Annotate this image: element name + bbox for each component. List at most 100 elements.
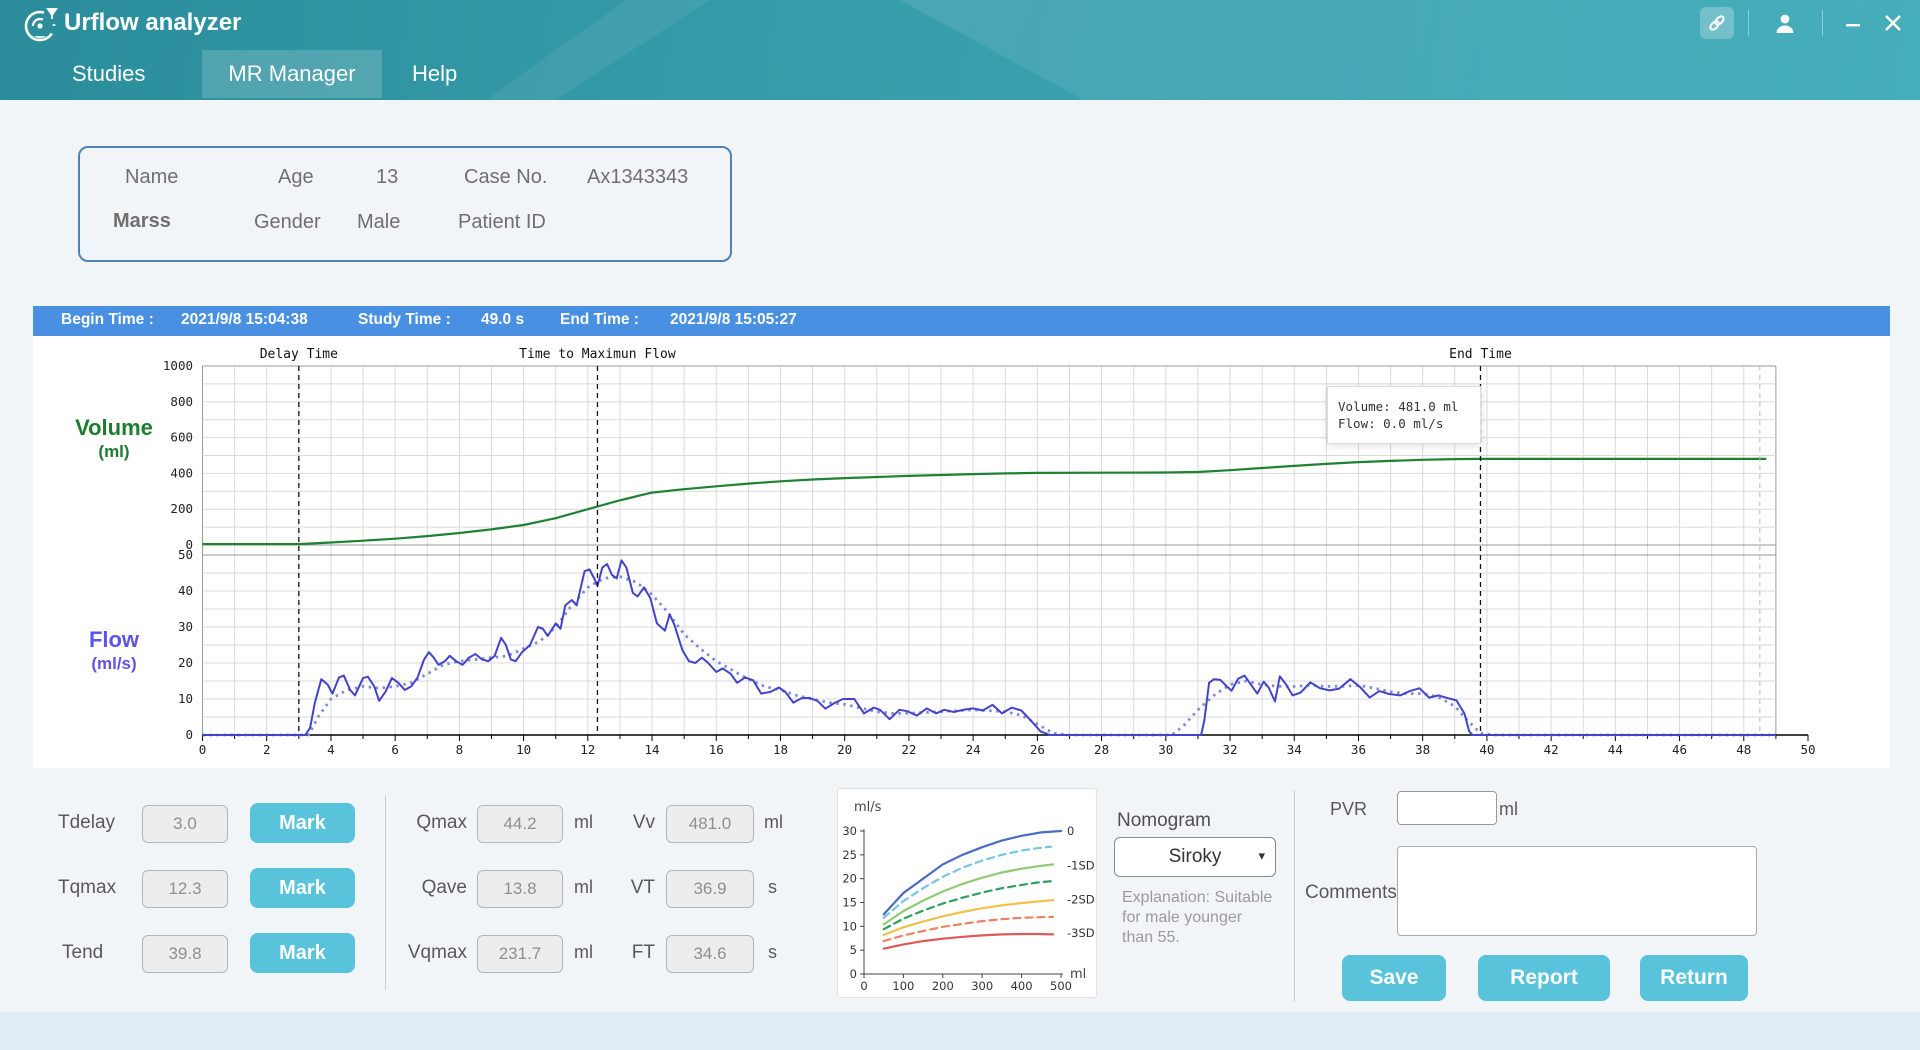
svg-text:End Time: End Time <box>1449 347 1512 362</box>
svg-text:46: 46 <box>1672 742 1687 757</box>
vqmax-label: Vqmax <box>397 942 467 964</box>
end-time-label: End Time : <box>560 311 639 329</box>
close-button[interactable] <box>1876 7 1910 39</box>
svg-text:50: 50 <box>178 547 193 562</box>
tend-input[interactable] <box>142 935 228 973</box>
uroflow-chart-panel: 0246810121416182022242628303234363840424… <box>33 336 1890 768</box>
gender-label: Gender <box>254 211 321 234</box>
nomogram-selected-value: Siroky <box>1169 846 1222 868</box>
svg-text:ml/s: ml/s <box>854 800 882 815</box>
tend-mark-button[interactable]: Mark <box>250 933 355 973</box>
ft-unit: s <box>768 942 777 963</box>
svg-text:400: 400 <box>1011 979 1033 993</box>
vv-input[interactable] <box>666 805 754 843</box>
gender-value: Male <box>357 211 400 234</box>
qmax-label: Qmax <box>397 812 467 834</box>
comments-textarea[interactable] <box>1397 846 1757 936</box>
ft-label: FT <box>595 942 655 964</box>
tdelay-mark-button[interactable]: Mark <box>250 803 355 843</box>
vt-label: VT <box>595 877 655 899</box>
vqmax-unit: ml <box>574 942 593 963</box>
svg-text:10: 10 <box>178 691 193 706</box>
svg-text:15: 15 <box>842 895 857 909</box>
menu-item-help[interactable]: Help <box>398 50 471 98</box>
user-account-icon[interactable] <box>1768 7 1802 39</box>
svg-text:30: 30 <box>1158 742 1173 757</box>
svg-text:20: 20 <box>178 655 193 670</box>
svg-text:50: 50 <box>1800 742 1815 757</box>
svg-text:5: 5 <box>850 943 857 957</box>
qmax-input[interactable] <box>477 805 563 843</box>
pvr-label: PVR <box>1330 799 1367 820</box>
svg-text:10: 10 <box>842 919 857 933</box>
tooltip-volume: Volume: 481.0 ml <box>1338 399 1470 414</box>
vt-input[interactable] <box>666 870 754 908</box>
svg-text:-1SD: -1SD <box>1067 858 1095 872</box>
nomogram-explanation: Explanation: Suitable for male younger t… <box>1122 888 1274 948</box>
qmax-unit: ml <box>574 812 593 833</box>
vv-label: Vv <box>595 812 655 834</box>
minimize-button[interactable] <box>1836 7 1870 39</box>
vv-unit: ml <box>764 812 783 833</box>
chart-tooltip: Volume: 481.0 ml Flow: 0.0 ml/s <box>1327 386 1481 444</box>
patient-info-card: Name Age 13 Case No. Ax1343343 Marss Gen… <box>78 146 732 262</box>
nomogram-title: Nomogram <box>1117 810 1211 832</box>
begin-time-value: 2021/9/8 15:04:38 <box>181 311 308 329</box>
svg-text:0: 0 <box>860 979 867 993</box>
svg-text:40: 40 <box>178 583 193 598</box>
vqmax-input[interactable] <box>477 935 563 973</box>
svg-text:100: 100 <box>892 979 914 993</box>
svg-text:2: 2 <box>263 742 271 757</box>
pvr-input[interactable] <box>1397 791 1497 825</box>
svg-text:1000: 1000 <box>163 358 193 373</box>
return-button[interactable]: Return <box>1640 955 1748 1001</box>
svg-text:26: 26 <box>1030 742 1045 757</box>
svg-text:4: 4 <box>327 742 335 757</box>
svg-text:ml: ml <box>1070 967 1086 982</box>
tdelay-input[interactable] <box>142 805 228 843</box>
uroflow-chart[interactable]: 0246810121416182022242628303234363840424… <box>33 336 1890 768</box>
svg-text:400: 400 <box>170 465 193 480</box>
svg-text:34: 34 <box>1287 742 1302 757</box>
svg-text:36: 36 <box>1351 742 1366 757</box>
svg-text:22: 22 <box>901 742 916 757</box>
svg-text:200: 200 <box>170 501 193 516</box>
svg-text:0: 0 <box>185 727 193 742</box>
svg-text:14: 14 <box>645 742 660 757</box>
save-button[interactable]: Save <box>1342 955 1446 1001</box>
menu-item-studies[interactable]: Studies <box>58 50 159 98</box>
menu-item-mr-manager[interactable]: MR Manager <box>202 50 382 98</box>
age-label: Age <box>278 166 314 189</box>
svg-text:200: 200 <box>932 979 954 993</box>
svg-text:48: 48 <box>1736 742 1751 757</box>
report-button[interactable]: Report <box>1478 955 1610 1001</box>
svg-text:38: 38 <box>1415 742 1430 757</box>
svg-text:24: 24 <box>966 742 981 757</box>
svg-text:0: 0 <box>199 742 207 757</box>
tqmax-mark-button[interactable]: Mark <box>250 868 355 908</box>
svg-text:28: 28 <box>1094 742 1109 757</box>
svg-text:-3SD: -3SD <box>1067 926 1095 940</box>
tend-label: Tend <box>62 942 103 964</box>
svg-text:16: 16 <box>709 742 724 757</box>
study-time-value: 49.0 s <box>481 311 524 329</box>
qave-input[interactable] <box>477 870 563 908</box>
svg-text:300: 300 <box>971 979 993 993</box>
app-logo-icon <box>20 4 64 51</box>
study-time-bar: Begin Time : 2021/9/8 15:04:38 Study Tim… <box>33 306 1890 336</box>
menu-bar: Studies MR Manager Help <box>0 50 1920 100</box>
link-button[interactable] <box>1700 7 1734 39</box>
case-no-value: Ax1343343 <box>587 166 688 189</box>
ft-input[interactable] <box>666 935 754 973</box>
study-time-label: Study Time : <box>358 311 451 329</box>
urflow-analyzer-window: Urflow analyzer Studies MR M <box>0 0 1920 1050</box>
name-label: Name <box>125 166 178 189</box>
nomogram-select[interactable]: Siroky ▾ <box>1114 837 1276 877</box>
svg-text:20: 20 <box>837 742 852 757</box>
svg-text:6: 6 <box>391 742 399 757</box>
titlebar-separator <box>1822 10 1823 36</box>
svg-text:800: 800 <box>170 394 193 409</box>
app-title: Urflow analyzer <box>64 9 241 37</box>
begin-time-label: Begin Time : <box>61 311 154 329</box>
tqmax-input[interactable] <box>142 870 228 908</box>
